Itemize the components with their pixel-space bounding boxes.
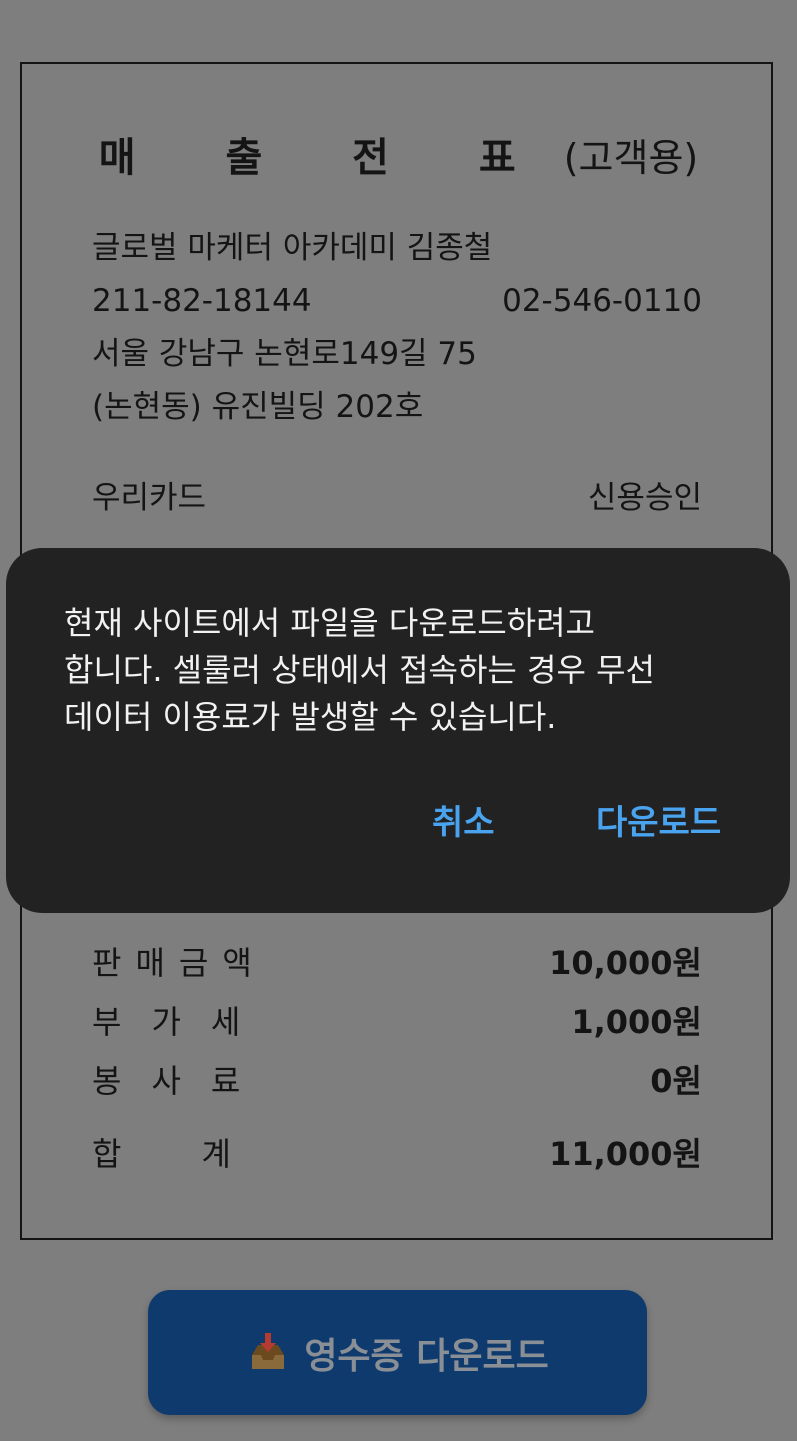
approval-type: 신용승인 — [587, 480, 702, 516]
receipt-download-label: 영수증 다운로드 — [304, 1335, 549, 1377]
amount-label: 부가세 — [92, 1003, 271, 1041]
merchant-name: 글로벌 마케터 아카데미 김종철 — [92, 230, 493, 266]
amount-label: 판매금액 — [92, 944, 266, 982]
amount-label: 봉사료 — [92, 1062, 271, 1100]
cancel-button[interactable]: 취소 — [432, 798, 495, 848]
dialog-message: 현재 사이트에서 파일을 다운로드하려고 합니다. 셀룰러 상태에서 접속하는 … — [64, 604, 655, 736]
business-phone-row: 211-82-18144 02-546-0110 — [92, 279, 702, 323]
card-company: 우리카드 — [92, 480, 207, 516]
address-line1: 서울 강남구 논현로149길 75 — [92, 336, 477, 372]
amount-value: 11,000원 — [549, 1135, 702, 1173]
receipt-download-button[interactable]: 영수증 다운로드 — [148, 1290, 647, 1415]
amount-row-sales: 판매금액 10,000원 — [92, 940, 702, 986]
card-row: 우리카드 신용승인 — [92, 476, 702, 520]
confirm-download-button[interactable]: 다운로드 — [596, 798, 721, 848]
amount-value: 10,000원 — [549, 944, 702, 982]
amount-value: 1,000원 — [571, 1003, 702, 1041]
receipt-title-row: 매 출 전 표 (고객용) — [0, 128, 797, 188]
business-number: 211-82-18144 — [92, 283, 312, 319]
amount-row-total: 합계 11,000원 — [92, 1131, 702, 1177]
screen: 매 출 전 표 (고객용) 글로벌 마케터 아카데미 김종철 211-82-181… — [0, 0, 797, 1441]
receipt-title: 매 출 전 표 — [98, 135, 554, 181]
receipt-subtitle: (고객용) — [563, 136, 699, 180]
amount-row-service: 봉사료 0원 — [92, 1058, 702, 1104]
address-line2: (논현동) 유진빌딩 202호 — [92, 389, 424, 425]
phone-number: 02-546-0110 — [502, 283, 702, 319]
download-confirm-dialog: 현재 사이트에서 파일을 다운로드하려고 합니다. 셀룰러 상태에서 접속하는 … — [6, 548, 790, 913]
amount-row-vat: 부가세 1,000원 — [92, 999, 702, 1045]
amount-label: 합계 — [92, 1135, 311, 1173]
amount-value: 0원 — [650, 1062, 702, 1100]
inbox-tray-icon — [246, 1331, 290, 1375]
